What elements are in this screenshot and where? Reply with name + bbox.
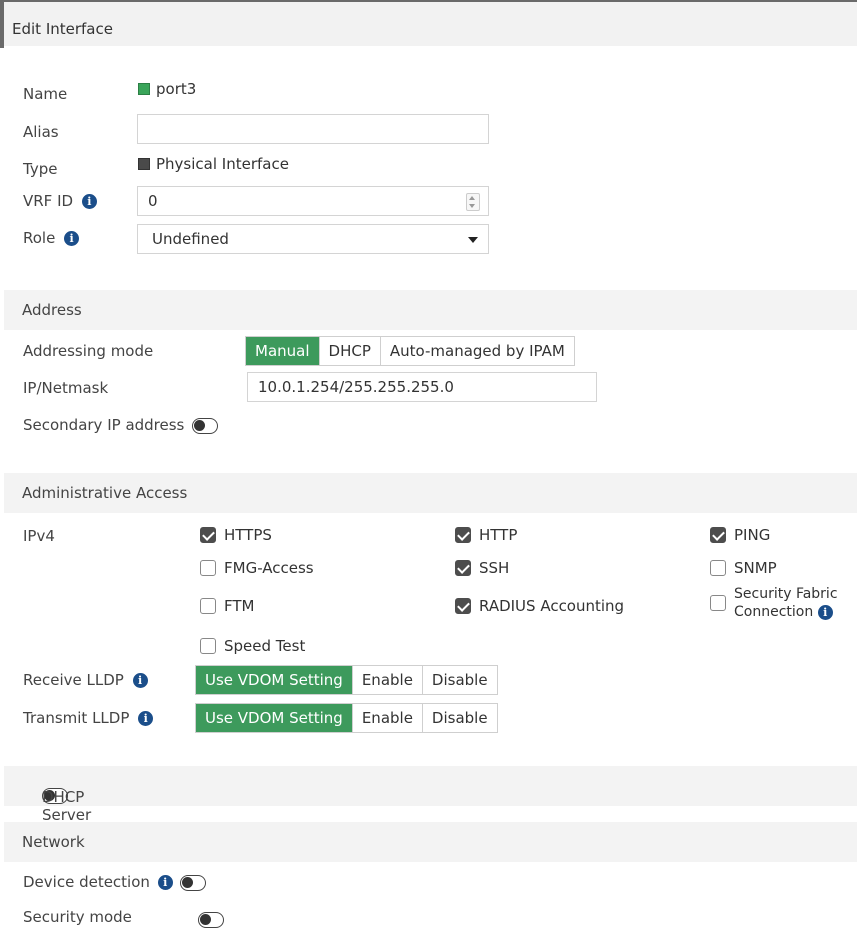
port-status-icon <box>138 83 150 95</box>
security-mode-label: Security mode <box>23 908 132 926</box>
checkbox-checked-icon <box>455 527 471 543</box>
checkbox-speed-test[interactable]: Speed Test <box>200 637 305 655</box>
security-fabric-label-line1: Security Fabric <box>734 586 838 602</box>
transmit-lldp-toggle: Use VDOM Setting Enable Disable <box>195 703 498 733</box>
checkbox-ping[interactable]: PING <box>710 526 770 544</box>
dialog-title: Edit Interface <box>12 20 113 38</box>
secondary-ip-row: Secondary IP address <box>23 416 219 434</box>
transmit-lldp-label: Transmit LLDP i <box>23 709 154 727</box>
info-icon[interactable]: i <box>817 604 833 620</box>
checkbox-label: PING <box>734 526 771 544</box>
checkbox-checked-icon <box>710 527 726 543</box>
receive-lldp-disable-button[interactable]: Disable <box>421 666 497 694</box>
physical-interface-icon <box>138 158 150 170</box>
ipv4-label: IPv4 <box>23 527 55 545</box>
transmit-lldp-enable-button[interactable]: Enable <box>351 704 422 732</box>
dhcp-server-section-header: DHCP Server <box>4 766 857 824</box>
checkbox-label: FMG-Access <box>224 559 314 577</box>
alias-label: Alias <box>23 123 59 141</box>
security-mode-toggle[interactable] <box>198 911 224 928</box>
checkbox-label: HTTPS <box>224 526 272 544</box>
info-icon[interactable]: i <box>132 673 148 688</box>
transmit-lldp-vdom-button[interactable]: Use VDOM Setting <box>196 704 352 732</box>
checkbox-checked-icon <box>200 527 216 543</box>
checkbox-label: Speed Test <box>224 637 306 655</box>
addressing-mode-toggle: Manual DHCP Auto-managed by IPAM <box>245 336 575 366</box>
checkbox-label: RADIUS Accounting <box>479 597 625 615</box>
name-label: Name <box>23 85 68 103</box>
alias-input[interactable] <box>137 114 489 144</box>
receive-lldp-enable-button[interactable]: Enable <box>351 666 422 694</box>
receive-lldp-label: Receive LLDP i <box>23 671 148 689</box>
checkbox-label: HTTP <box>479 526 518 544</box>
name-value: port3 <box>138 80 196 98</box>
ip-netmask-input[interactable]: 10.0.1.254/255.255.255.0 <box>247 372 597 402</box>
checkbox-unchecked-icon <box>200 598 216 614</box>
checkbox-https[interactable]: HTTPS <box>200 526 272 544</box>
number-spinner-icon[interactable] <box>466 193 480 211</box>
transmit-lldp-text: Transmit LLDP <box>23 709 130 727</box>
checkbox-security-fabric[interactable]: Security Fabric Connection i <box>710 585 857 621</box>
chevron-down-icon <box>468 237 478 243</box>
vrf-id-label: VRF ID i <box>23 192 97 210</box>
device-detection-row: Device detection i <box>23 873 207 891</box>
checkbox-fmg-access[interactable]: FMG-Access <box>200 559 314 577</box>
info-icon[interactable]: i <box>81 194 97 209</box>
checkbox-ssh[interactable]: SSH <box>455 559 509 577</box>
dhcp-server-label: DHCP Server <box>42 788 92 824</box>
info-icon[interactable]: i <box>157 875 173 890</box>
checkbox-ftm[interactable]: FTM <box>200 597 254 615</box>
type-text: Physical Interface <box>156 155 289 173</box>
checkbox-unchecked-icon <box>200 638 216 654</box>
security-fabric-connection-text: Connection <box>734 604 814 620</box>
checkbox-label: SNMP <box>734 559 777 577</box>
info-icon[interactable]: i <box>138 711 154 726</box>
checkbox-label: SSH <box>479 559 510 577</box>
checkbox-http[interactable]: HTTP <box>455 526 517 544</box>
address-section-title: Address <box>22 301 82 319</box>
name-text: port3 <box>156 80 197 98</box>
transmit-lldp-disable-button[interactable]: Disable <box>421 704 497 732</box>
secondary-ip-toggle[interactable] <box>192 417 219 434</box>
network-section-title: Network <box>22 833 85 851</box>
checkbox-radius-accounting[interactable]: RADIUS Accounting <box>455 597 624 615</box>
admin-access-section-header: Administrative Access <box>4 473 857 513</box>
security-fabric-label-line2: Connection i <box>734 603 838 621</box>
ip-netmask-label: IP/Netmask <box>23 379 109 397</box>
type-label: Type <box>23 160 58 178</box>
secondary-ip-label: Secondary IP address <box>23 416 185 434</box>
dialog-header <box>4 2 857 46</box>
role-selected-value: Undefined <box>152 230 229 248</box>
checkbox-unchecked-icon <box>710 595 726 611</box>
checkbox-checked-icon <box>455 598 471 614</box>
mode-manual-button[interactable]: Manual <box>246 337 319 365</box>
receive-lldp-text: Receive LLDP <box>23 671 124 689</box>
role-label: Role i <box>23 229 80 247</box>
network-section-header: Network <box>4 822 857 862</box>
mode-ipam-button[interactable]: Auto-managed by IPAM <box>379 337 574 365</box>
checkbox-snmp[interactable]: SNMP <box>710 559 777 577</box>
receive-lldp-toggle: Use VDOM Setting Enable Disable <box>195 665 498 695</box>
receive-lldp-vdom-button[interactable]: Use VDOM Setting <box>196 666 352 694</box>
checkbox-unchecked-icon <box>200 560 216 576</box>
device-detection-toggle[interactable] <box>180 874 207 891</box>
checkbox-label: Security Fabric Connection i <box>734 585 838 621</box>
device-detection-label: Device detection <box>23 873 150 891</box>
checkbox-unchecked-icon <box>710 560 726 576</box>
address-section-header: Address <box>4 290 857 330</box>
type-value: Physical Interface <box>138 155 289 173</box>
admin-access-section-title: Administrative Access <box>22 484 188 502</box>
mode-dhcp-button[interactable]: DHCP <box>318 337 380 365</box>
role-select[interactable]: Undefined <box>137 224 489 254</box>
addressing-mode-label: Addressing mode <box>23 342 154 360</box>
vrf-id-value: 0 <box>148 192 158 210</box>
info-icon[interactable]: i <box>64 231 80 246</box>
vrf-id-text: VRF ID <box>23 192 74 210</box>
checkbox-checked-icon <box>455 560 471 576</box>
vrf-id-input[interactable]: 0 <box>137 186 489 216</box>
checkbox-label: FTM <box>224 597 255 615</box>
role-text: Role <box>23 229 56 247</box>
